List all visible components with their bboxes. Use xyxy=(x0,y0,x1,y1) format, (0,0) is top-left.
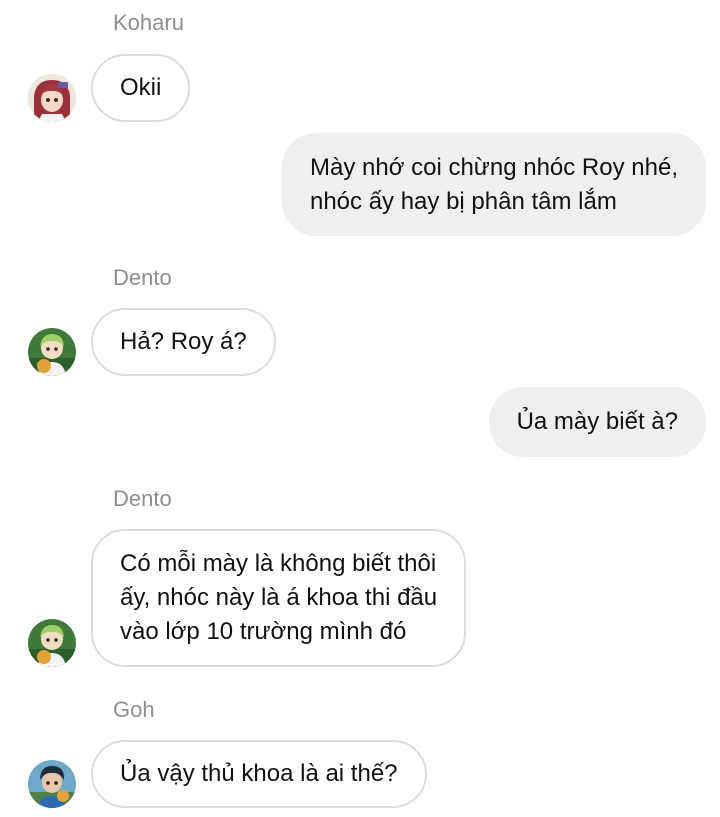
message-bubble-koharu[interactable]: Okii xyxy=(91,54,191,122)
message-bubble-dento[interactable]: Hả? Roy á? xyxy=(91,308,276,376)
message-bubble-goh[interactable]: Ủa vậy thủ khoa là ai thế? xyxy=(91,740,427,808)
message-bubble-outgoing[interactable]: Ủa mày biết à? xyxy=(488,387,706,457)
message-text: Mày nhớ coi chừng nhóc Roy nhé, nhóc ấy … xyxy=(309,153,678,215)
koharu-avatar[interactable] xyxy=(28,74,76,122)
message-text: Ủa mày biết à? xyxy=(516,408,678,435)
dento-avatar[interactable] xyxy=(28,328,76,376)
message-text: Có mỗi mày là không biết thôi ấy, nhóc n… xyxy=(120,550,438,645)
sender-name-koharu: Koharu xyxy=(113,10,184,35)
dento-avatar[interactable] xyxy=(28,619,76,667)
sender-name-dento: Dento xyxy=(113,265,172,290)
goh-avatar[interactable] xyxy=(28,760,76,808)
message-text: Hả? Roy á? xyxy=(120,328,247,355)
sender-name-dento: Dento xyxy=(113,486,172,511)
message-bubble-outgoing[interactable]: Mày nhớ coi chừng nhóc Roy nhé, nhóc ấy … xyxy=(281,133,706,236)
message-text: Ủa vậy thủ khoa là ai thế? xyxy=(120,760,398,787)
message-text: Okii xyxy=(120,74,162,101)
sender-name-goh: Goh xyxy=(113,697,155,722)
message-bubble-dento[interactable]: Có mỗi mày là không biết thôi ấy, nhóc n… xyxy=(91,529,467,667)
